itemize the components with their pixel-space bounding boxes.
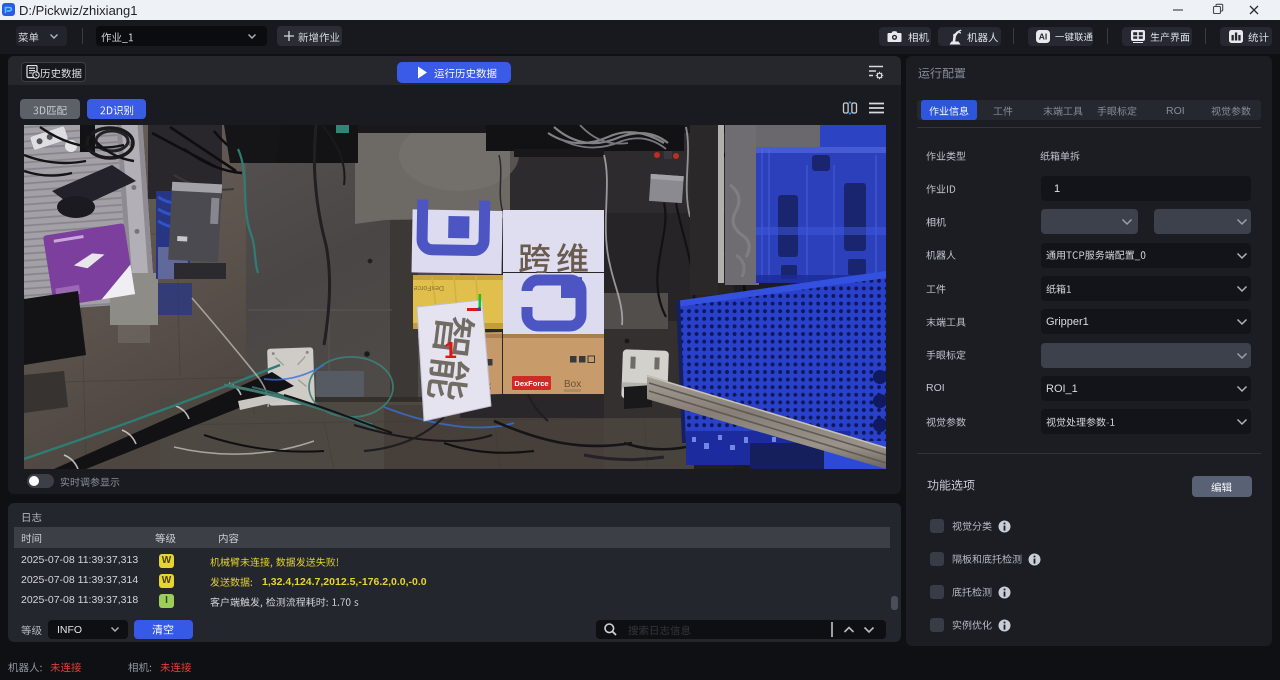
svg-text:AI: AI bbox=[1039, 32, 1048, 42]
svg-text:1: 1 bbox=[444, 337, 457, 363]
svg-text:DexForce: DexForce bbox=[414, 284, 444, 291]
svg-text:Box: Box bbox=[564, 379, 581, 390]
svg-text:DexForce: DexForce bbox=[514, 379, 548, 388]
